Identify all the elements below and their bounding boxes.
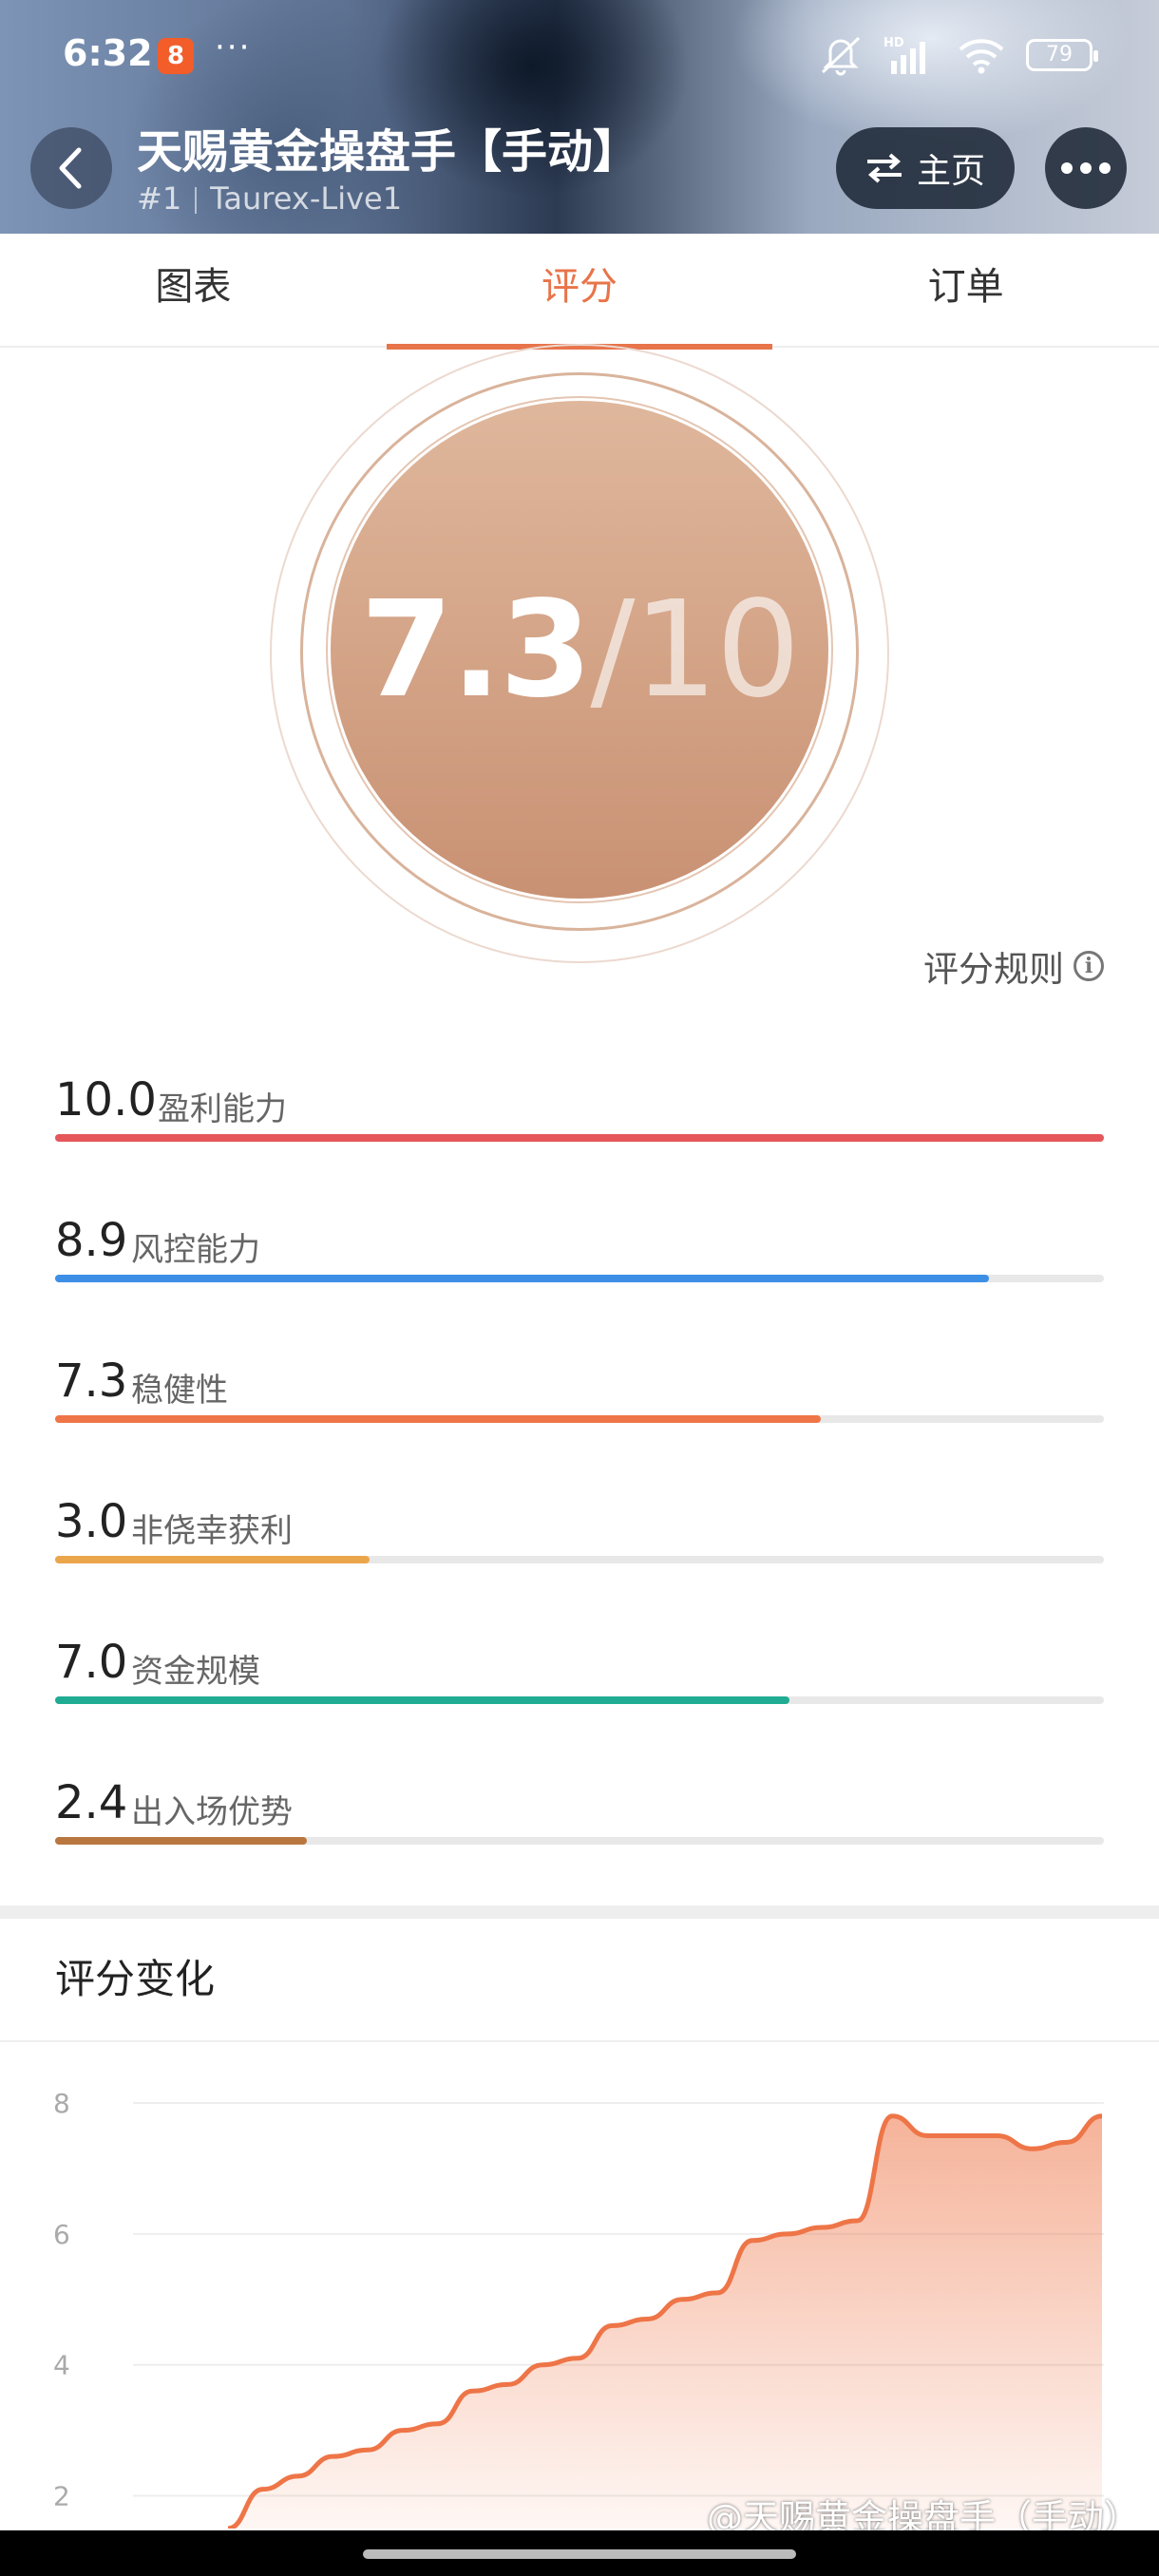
battery-icon: 79	[1026, 39, 1098, 71]
metric-bar-fill	[55, 1134, 1104, 1142]
y-tick-label: 4	[53, 2350, 70, 2381]
score-rules-label: 评分规则	[923, 949, 1064, 990]
tab-score[interactable]: 评分	[386, 234, 773, 350]
y-tick-label: 2	[53, 2481, 70, 2512]
system-nav-bar	[0, 2530, 1159, 2576]
home-button-label: 主页	[916, 152, 985, 191]
metric-bar-fill	[55, 1415, 821, 1423]
account-rank: #1	[137, 180, 182, 217]
metric-row: 8.9 风控能力	[55, 1214, 1104, 1318]
svg-text:HD: HD	[884, 36, 904, 50]
metric-row: 3.0 非侥幸获利	[55, 1495, 1104, 1600]
home-button[interactable]: 主页	[836, 127, 1015, 209]
signal-icon: HD	[884, 36, 925, 74]
account-server: Taurex-Live1	[210, 180, 403, 217]
score-value: 7.3	[360, 572, 592, 728]
tab-bar: 图表 评分 订单	[0, 234, 1159, 350]
score-max: /10	[590, 572, 800, 728]
home-gesture-handle[interactable]	[363, 2549, 796, 2559]
metric-label: 稳健性	[131, 1372, 228, 1410]
tab-chart[interactable]: 图表	[0, 234, 387, 346]
metric-value: 2.4	[55, 1776, 128, 1829]
metric-bar-track	[55, 1275, 1104, 1282]
back-button[interactable]	[30, 127, 112, 209]
metric-row: 10.0 盈利能力	[55, 1073, 1104, 1178]
chart-area-fill	[228, 2115, 1102, 2529]
metric-label: 资金规模	[131, 1653, 260, 1691]
more-options-button[interactable]	[1045, 127, 1127, 209]
score-history-chart: 8 6 4 2	[53, 2088, 1104, 2529]
section-divider	[0, 1905, 1159, 1919]
metric-bar-track	[55, 1556, 1104, 1563]
metric-bar-fill	[55, 1275, 989, 1282]
score-history-title: 评分变化	[55, 1956, 216, 2002]
status-bar: 6:32 8 ··· HD 79	[0, 0, 1159, 112]
status-icons: HD 79	[819, 34, 1098, 76]
more-dot-icon	[1061, 162, 1073, 174]
header: 6:32 8 ··· HD 79 天赐黄金操盘手【手动】 #1 Taurex-L…	[0, 0, 1159, 234]
mute-bell-icon	[821, 36, 861, 76]
app-notification-icon: 8	[158, 38, 194, 74]
metric-value: 3.0	[55, 1495, 128, 1548]
y-tick-label: 8	[53, 2088, 70, 2119]
status-time: 6:32	[63, 32, 153, 74]
metric-bar-track	[55, 1134, 1104, 1142]
metric-bar-track	[55, 1415, 1104, 1423]
more-dot-icon	[1099, 162, 1111, 174]
metric-row: 7.3 稳健性	[55, 1354, 1104, 1459]
y-tick-label: 6	[53, 2219, 70, 2250]
metric-label: 出入场优势	[131, 1793, 293, 1831]
metric-bar-fill	[55, 1556, 370, 1563]
switch-arrows-icon	[866, 153, 902, 183]
score-display: 7.3/10	[360, 572, 800, 728]
account-subtitle: #1 Taurex-Live1	[137, 180, 402, 217]
more-dot-icon	[1080, 162, 1092, 174]
metric-bar-track	[55, 1837, 1104, 1845]
metric-value: 7.0	[55, 1636, 128, 1689]
metric-bar-fill	[55, 1837, 307, 1845]
metric-row: 7.0 资金规模	[55, 1636, 1104, 1740]
metric-value: 8.9	[55, 1214, 128, 1267]
metric-row: 2.4 出入场优势	[55, 1776, 1104, 1881]
metric-label: 风控能力	[131, 1231, 260, 1269]
wifi-icon	[959, 39, 1004, 74]
metric-label: 非侥幸获利	[131, 1512, 293, 1550]
score-rules-link[interactable]: 评分规则 i	[923, 940, 1104, 992]
tab-orders[interactable]: 订单	[772, 234, 1159, 346]
more-notifications-icon: ···	[215, 28, 252, 66]
metric-bar-track	[55, 1696, 1104, 1704]
score-badge: 7.3/10	[331, 401, 828, 899]
metric-value: 7.3	[55, 1354, 128, 1408]
info-icon: i	[1074, 951, 1104, 981]
metric-value: 10.0	[55, 1073, 157, 1127]
page-title: 天赐黄金操盘手【手动】	[137, 125, 639, 179]
chevron-left-icon	[59, 147, 82, 189]
metric-bar-fill	[55, 1696, 789, 1704]
metric-label: 盈利能力	[158, 1090, 287, 1128]
